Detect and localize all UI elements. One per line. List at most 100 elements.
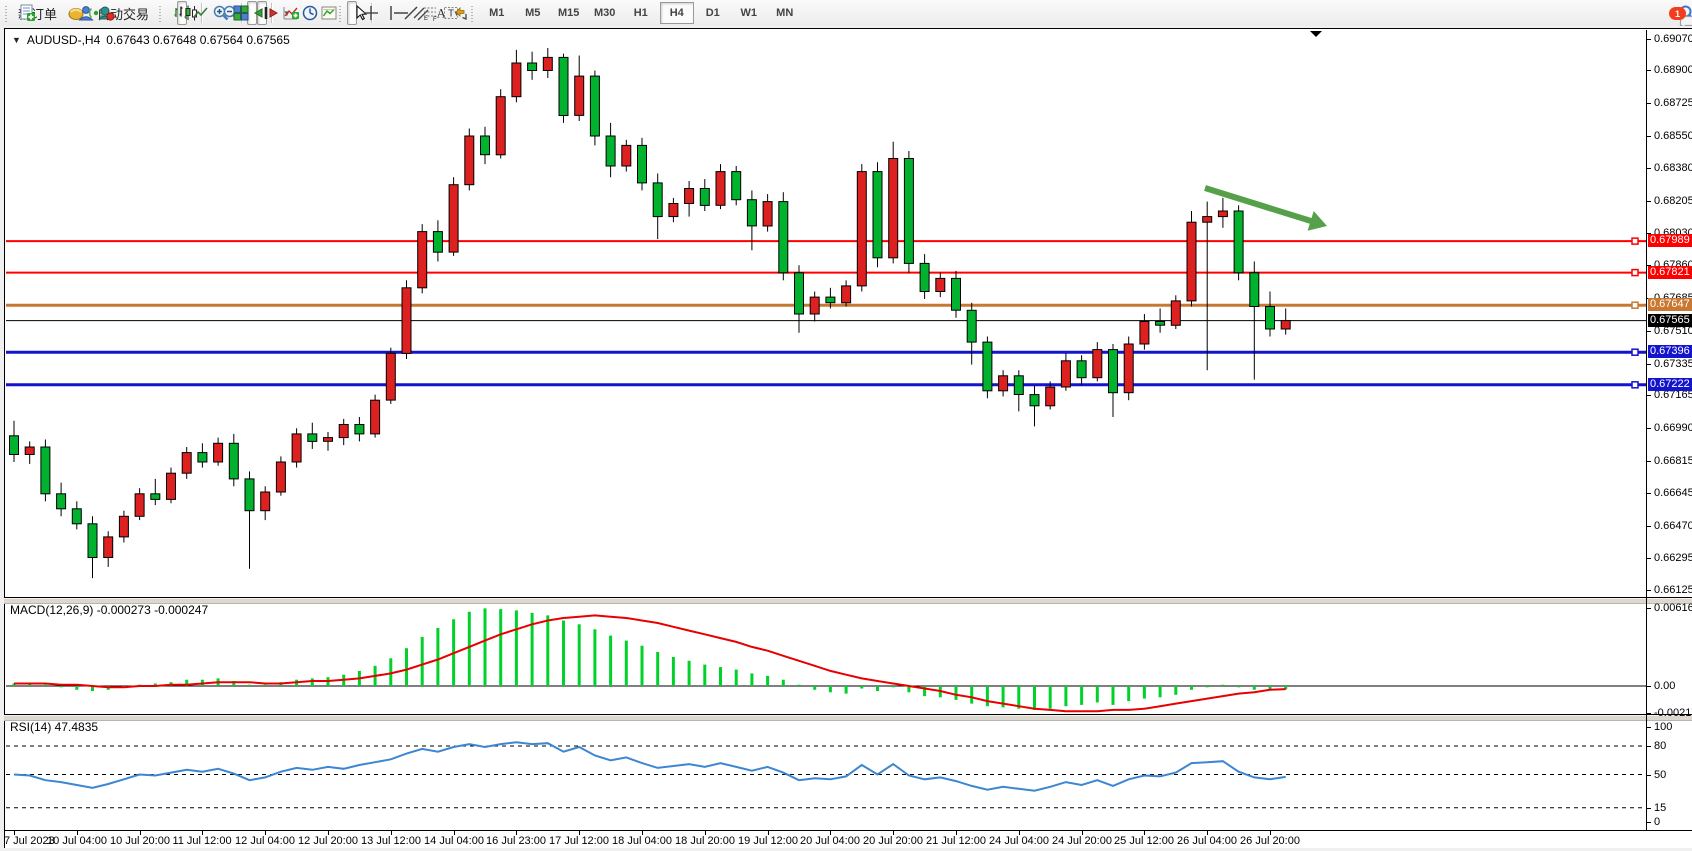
time-tick-label: 21 Jul 12:00	[926, 835, 986, 847]
template-icon	[320, 4, 338, 22]
macd-tick-mark	[1647, 713, 1651, 714]
price-tick-mark	[1647, 201, 1651, 202]
price-level-tag: 0.67647	[1648, 298, 1692, 311]
time-tick-label: 16 Jul 23:00	[486, 835, 546, 847]
time-tick-label: 10 Jul 04:00	[47, 835, 107, 847]
rsi-tick-label: 100	[1654, 721, 1672, 733]
time-tick-label: 20 Jul 04:00	[800, 835, 860, 847]
new-order-icon	[18, 4, 36, 22]
main-toolbar: 新订单 自动交	[0, 0, 1692, 27]
timeframe-button-m15[interactable]: M15	[552, 2, 586, 24]
toolbar-grip[interactable]	[3, 4, 10, 22]
rsi-pane-bottom-border	[5, 830, 1692, 831]
time-tick-label: 18 Jul 04:00	[612, 835, 672, 847]
tile-windows-icon	[232, 4, 250, 22]
rsi-tick-label: 0	[1654, 816, 1660, 828]
time-tick-label: 24 Jul 04:00	[989, 835, 1049, 847]
price-tick-label: 0.66470	[1654, 520, 1692, 532]
price-tick-mark	[1647, 526, 1651, 527]
price-tick-label: 0.68725	[1654, 97, 1692, 109]
time-tick-label: 18 Jul 20:00	[675, 835, 735, 847]
rsi-tick-mark	[1647, 727, 1651, 728]
price-tick-mark	[1647, 461, 1651, 462]
timeframe-button-mn[interactable]: MN	[768, 2, 802, 24]
time-tick-label: 14 Jul 04:00	[424, 835, 484, 847]
chart-shift-icon	[262, 4, 280, 22]
timeframe-toolbar: M1M5M15M30H1H4D1W1MN	[479, 2, 803, 24]
price-tick-label: 0.68380	[1654, 162, 1692, 174]
price-tick-label: 0.66815	[1654, 455, 1692, 467]
price-tick-label: 0.67335	[1654, 358, 1692, 370]
price-tick-mark	[1647, 168, 1651, 169]
price-tick-label: 0.68205	[1654, 195, 1692, 207]
toolbar-grip[interactable]	[157, 4, 164, 22]
rsi-tick-mark	[1647, 808, 1651, 809]
price-tick-mark	[1647, 39, 1651, 40]
price-tick-label: 0.66990	[1654, 422, 1692, 434]
time-tick-label: 11 Jul 12:00	[172, 835, 231, 847]
timeframe-button-m1[interactable]: M1	[480, 2, 514, 24]
price-tick-label: 0.66295	[1654, 552, 1692, 564]
auto-trading-icon	[97, 4, 115, 22]
timeframe-button-h4[interactable]: H4	[660, 2, 694, 24]
rsi-tick-mark	[1647, 746, 1651, 747]
mt4-terminal: 新订单 自动交	[0, 0, 1692, 851]
price-tick-mark	[1647, 70, 1651, 71]
timeframe-button-m5[interactable]: M5	[516, 2, 550, 24]
price-tick-mark	[1647, 103, 1651, 104]
rsi-tick-label: 15	[1654, 802, 1666, 814]
time-tick-label: 25 Jul 12:00	[1114, 835, 1174, 847]
price-tick-mark	[1647, 428, 1651, 429]
time-tick-label: 17 Jul 12:00	[549, 835, 609, 847]
macd-tick-label: -0.002178	[1654, 707, 1692, 719]
time-tick-label: 10 Jul 20:00	[110, 835, 170, 847]
rsi-indicator-chart[interactable]	[6, 719, 1646, 830]
time-tick-label: 12 Jul 20:00	[298, 835, 358, 847]
macd-tick-label: 0.006162	[1654, 602, 1692, 614]
macd-tick-label: 0.00	[1654, 680, 1675, 692]
time-tick-label: 26 Jul 20:00	[1240, 835, 1300, 847]
rsi-tick-mark	[1647, 775, 1651, 776]
bar-chart-mode-button[interactable]	[167, 1, 177, 25]
timeframe-button-w1[interactable]: W1	[732, 2, 766, 24]
price-tick-label: 0.66125	[1654, 584, 1692, 596]
macd-tick-mark	[1647, 686, 1651, 687]
price-tick-label: 0.68900	[1654, 64, 1692, 76]
price-level-tag: 0.67396	[1648, 345, 1692, 358]
price-tick-mark	[1647, 364, 1651, 365]
new-order-button[interactable]: 新订单	[13, 1, 62, 25]
price-level-tag: 0.67222	[1648, 378, 1692, 391]
notification-badge: 1	[1669, 7, 1686, 20]
auto-trading-button[interactable]: 自动交易	[92, 1, 154, 25]
cursor-tool-button[interactable]	[347, 1, 357, 25]
time-tick-label: 20 Jul 20:00	[863, 835, 923, 847]
rsi-tick-mark	[1647, 822, 1651, 823]
time-tick-label: 26 Jul 04:00	[1177, 835, 1237, 847]
price-tick-mark	[1647, 493, 1651, 494]
timeframe-button-d1[interactable]: D1	[696, 2, 730, 24]
price-level-tag: 0.67565	[1648, 314, 1692, 327]
time-tick-label: 12 Jul 04:00	[235, 835, 295, 847]
macd-tick-mark	[1647, 608, 1651, 609]
timeframe-button-m30[interactable]: M30	[588, 2, 622, 24]
price-tick-mark	[1647, 136, 1651, 137]
price-tick-mark	[1647, 331, 1651, 332]
price-level-tag: 0.67989	[1648, 234, 1692, 247]
macd-indicator-chart[interactable]	[6, 602, 1646, 714]
price-axis-border	[1646, 30, 1647, 830]
rsi-tick-label: 50	[1654, 769, 1666, 781]
main-price-chart[interactable]	[6, 30, 1646, 598]
clock-icon	[301, 4, 319, 22]
price-tick-label: 0.66645	[1654, 487, 1692, 499]
price-level-tag: 0.67821	[1648, 266, 1692, 279]
rsi-tick-label: 80	[1654, 740, 1666, 752]
line-chart-icon	[192, 4, 210, 22]
price-tick-mark	[1647, 590, 1651, 591]
timeframe-button-h1[interactable]: H1	[624, 2, 658, 24]
price-tick-label: 0.68550	[1654, 130, 1692, 142]
time-tick-label: 24 Jul 20:00	[1052, 835, 1112, 847]
price-tick-mark	[1647, 558, 1651, 559]
price-tick-mark	[1647, 395, 1651, 396]
arrow-objects-icon	[452, 4, 470, 22]
market-button[interactable]	[62, 1, 72, 25]
